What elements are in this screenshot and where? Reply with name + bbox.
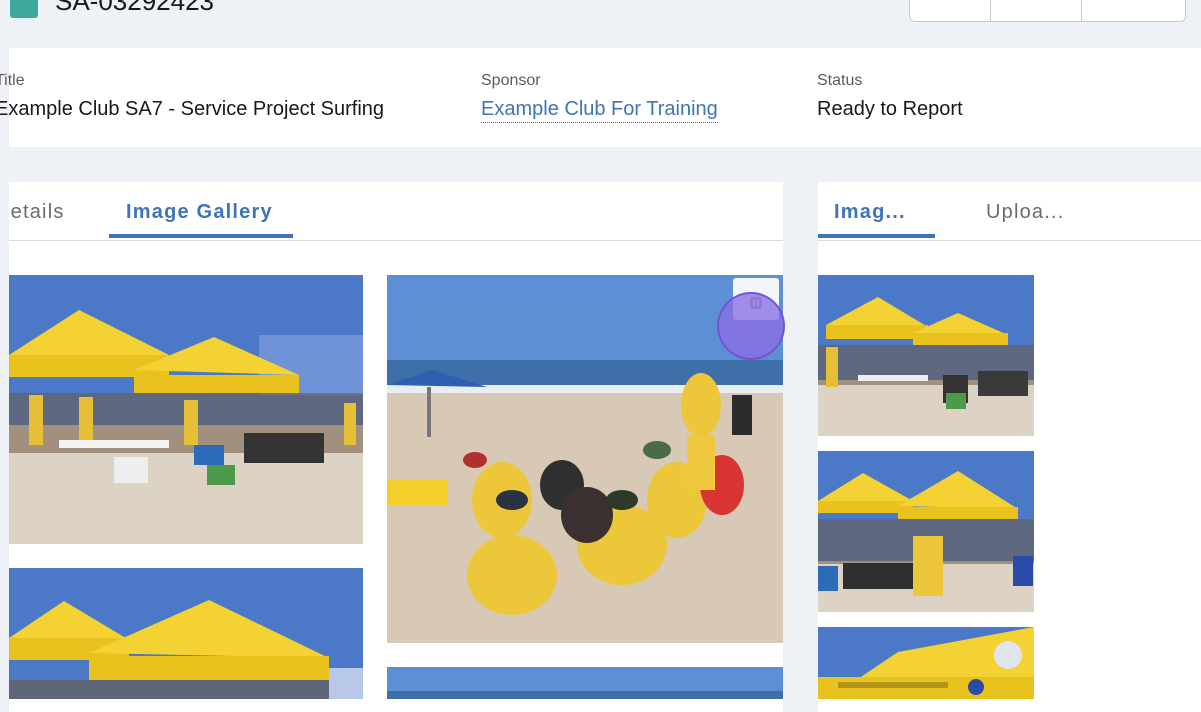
sponsor-field: Sponsor Example Club For Training — [481, 72, 718, 123]
record-title: SA-03292423 — [55, 0, 215, 16]
images-tabs: Imag... Uploa... — [818, 182, 1201, 241]
tab-images[interactable]: Imag... — [834, 201, 906, 224]
cursor-click-indicator — [717, 292, 785, 360]
action-button-1[interactable] — [910, 0, 991, 21]
title-field: Title Example Club SA7 - Service Project… — [0, 72, 384, 121]
active-tab-indicator-right — [818, 234, 935, 238]
title-value: Example Club SA7 - Service Project Surfi… — [0, 98, 385, 120]
gallery-photo-canopy[interactable] — [9, 275, 363, 544]
sponsor-label: Sponsor — [481, 72, 541, 89]
sponsor-link[interactable]: Example Club For Training — [481, 98, 718, 123]
status-label: Status — [817, 72, 863, 89]
gallery-tabs: Details Image Gallery — [9, 182, 783, 241]
highlights-panel: Title Example Club SA7 - Service Project… — [0, 48, 1201, 147]
tab-upload[interactable]: Uploa... — [986, 201, 1065, 224]
record-type-icon — [10, 0, 38, 18]
action-button-2[interactable] — [991, 0, 1082, 21]
gallery-photo-ocean[interactable] — [387, 667, 783, 699]
title-label: Title — [0, 72, 25, 89]
action-button-3[interactable] — [1082, 0, 1185, 21]
thumbnail-3[interactable] — [818, 627, 1034, 699]
thumbnail-1[interactable] — [818, 275, 1034, 436]
record-header: SA-03292423 — [0, 0, 1201, 46]
status-value: Ready to Report — [817, 98, 963, 120]
tab-image-gallery[interactable]: Image Gallery — [126, 201, 273, 224]
gallery-photo-canopy-2[interactable] — [9, 568, 363, 699]
tab-details[interactable]: Details — [9, 201, 65, 224]
active-tab-indicator — [109, 234, 293, 238]
header-action-buttons — [909, 0, 1186, 22]
status-field: Status Ready to Report — [817, 72, 963, 121]
thumbnail-2[interactable] — [818, 451, 1034, 612]
